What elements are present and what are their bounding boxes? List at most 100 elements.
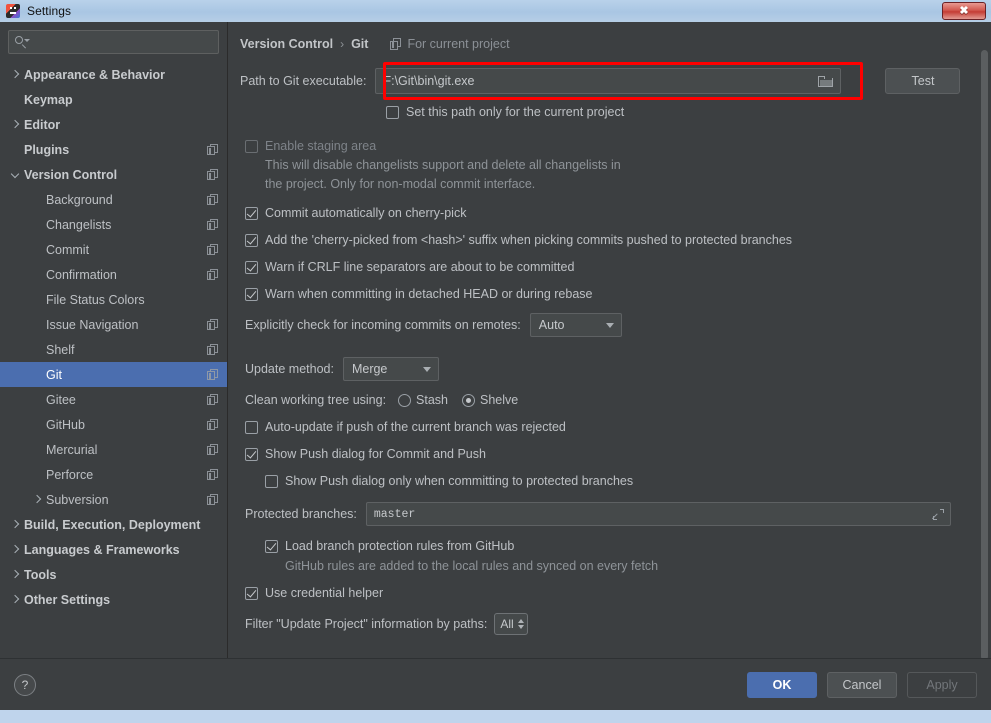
git-option-row[interactable]: Warn when committing in detached HEAD or… bbox=[245, 287, 973, 301]
show-push-dialog-row[interactable]: Show Push dialog for Commit and Push bbox=[245, 447, 973, 461]
sidebar-item-confirmation[interactable]: Confirmation bbox=[0, 262, 227, 287]
set-path-only-checkbox[interactable] bbox=[386, 106, 399, 119]
chevron-right-icon[interactable] bbox=[30, 493, 44, 507]
filter-paths-row: Filter "Update Project" information by p… bbox=[245, 613, 973, 635]
project-scope-icon bbox=[207, 494, 219, 506]
git-executable-input[interactable] bbox=[383, 74, 818, 88]
clean-working-tree-label: Clean working tree using: bbox=[245, 393, 386, 407]
git-executable-row: Path to Git executable: Test bbox=[240, 66, 973, 96]
git-option-row[interactable]: Commit automatically on cherry-pick bbox=[245, 206, 973, 220]
git-option-row[interactable]: Warn if CRLF line separators are about t… bbox=[245, 260, 973, 274]
ok-button[interactable]: OK bbox=[747, 672, 817, 698]
dialog-panes: Appearance & BehaviorKeymapEditorPlugins… bbox=[0, 22, 991, 658]
chevron-right-icon[interactable] bbox=[8, 118, 22, 132]
git-option-checkbox[interactable] bbox=[245, 234, 258, 247]
staging-desc-line-2: the project. Only for non-modal commit i… bbox=[265, 175, 973, 194]
filter-paths-spinner[interactable]: All bbox=[494, 613, 528, 635]
set-path-only-row[interactable]: Set this path only for the current proje… bbox=[386, 105, 973, 119]
test-button[interactable]: Test bbox=[885, 68, 960, 94]
project-scope-icon bbox=[207, 469, 219, 481]
sidebar-item-git[interactable]: Git bbox=[0, 362, 227, 387]
breadcrumb-parent[interactable]: Version Control bbox=[240, 37, 333, 51]
sidebar-item-label: Background bbox=[46, 193, 113, 207]
project-scope-icon bbox=[207, 419, 219, 431]
sidebar-item-version-control[interactable]: Version Control bbox=[0, 162, 227, 187]
expand-icon[interactable] bbox=[933, 509, 944, 520]
sidebar-item-background[interactable]: Background bbox=[0, 187, 227, 212]
search-box[interactable] bbox=[8, 30, 219, 54]
git-option-checkbox[interactable] bbox=[245, 288, 258, 301]
git-executable-field[interactable] bbox=[375, 68, 841, 94]
protected-branches-label: Protected branches: bbox=[245, 507, 357, 521]
sidebar-item-label: Commit bbox=[46, 243, 89, 257]
auto-update-row[interactable]: Auto-update if push of the current branc… bbox=[245, 420, 973, 434]
sidebar-item-tools[interactable]: Tools bbox=[0, 562, 227, 587]
settings-window: Settings ✖ Appearance & BehaviorKeymapEd… bbox=[0, 0, 991, 723]
chevron-right-icon[interactable] bbox=[8, 68, 22, 82]
sidebar-item-commit[interactable]: Commit bbox=[0, 237, 227, 262]
sidebar-item-github[interactable]: GitHub bbox=[0, 412, 227, 437]
incoming-commits-select[interactable]: Auto bbox=[530, 313, 622, 337]
sidebar-item-issue-navigation[interactable]: Issue Navigation bbox=[0, 312, 227, 337]
sidebar-item-keymap[interactable]: Keymap bbox=[0, 87, 227, 112]
sidebar-item-mercurial[interactable]: Mercurial bbox=[0, 437, 227, 462]
git-option-row[interactable]: Add the 'cherry-picked from <hash>' suff… bbox=[245, 233, 973, 247]
update-method-value: Merge bbox=[352, 362, 387, 376]
git-option-checkbox[interactable] bbox=[245, 261, 258, 274]
cancel-button[interactable]: Cancel bbox=[827, 672, 897, 698]
tree-spacer bbox=[30, 218, 44, 232]
show-push-dialog-checkbox[interactable] bbox=[245, 448, 258, 461]
credential-helper-checkbox[interactable] bbox=[245, 587, 258, 600]
load-branch-rules-checkbox[interactable] bbox=[265, 540, 278, 553]
close-button[interactable]: ✖ bbox=[942, 2, 986, 20]
update-method-select[interactable]: Merge bbox=[343, 357, 439, 381]
sidebar-item-build-execution-deployment[interactable]: Build, Execution, Deployment bbox=[0, 512, 227, 537]
sidebar-item-label: Build, Execution, Deployment bbox=[24, 518, 200, 532]
sidebar-item-file-status-colors[interactable]: File Status Colors bbox=[0, 287, 227, 312]
radio-shelve[interactable] bbox=[462, 394, 475, 407]
credential-helper-row[interactable]: Use credential helper bbox=[245, 586, 973, 600]
project-scope-icon bbox=[207, 444, 219, 456]
sidebar-item-subversion[interactable]: Subversion bbox=[0, 487, 227, 512]
sidebar-item-shelf[interactable]: Shelf bbox=[0, 337, 227, 362]
chevron-right-icon[interactable] bbox=[8, 518, 22, 532]
chevron-right-icon[interactable] bbox=[8, 568, 22, 582]
search-input[interactable] bbox=[31, 35, 213, 49]
vertical-scrollbar[interactable] bbox=[981, 50, 988, 658]
search-icon bbox=[14, 35, 28, 49]
folder-icon[interactable] bbox=[818, 75, 833, 88]
sidebar-item-changelists[interactable]: Changelists bbox=[0, 212, 227, 237]
sidebar-item-label: Confirmation bbox=[46, 268, 117, 282]
sidebar-item-gitee[interactable]: Gitee bbox=[0, 387, 227, 412]
git-option-checkbox[interactable] bbox=[245, 207, 258, 220]
protected-branches-field[interactable] bbox=[366, 502, 951, 526]
sidebar-item-perforce[interactable]: Perforce bbox=[0, 462, 227, 487]
project-scope-icon bbox=[207, 269, 219, 281]
help-button[interactable]: ? bbox=[14, 674, 36, 696]
tree-spacer bbox=[30, 343, 44, 357]
window-title: Settings bbox=[27, 4, 71, 18]
enable-staging-row[interactable]: Enable staging area bbox=[245, 139, 973, 153]
chevron-down-icon[interactable] bbox=[8, 168, 22, 182]
load-branch-rules-row[interactable]: Load branch protection rules from GitHub bbox=[265, 539, 973, 553]
sidebar-item-languages-frameworks[interactable]: Languages & Frameworks bbox=[0, 537, 227, 562]
chevron-right-icon[interactable] bbox=[8, 593, 22, 607]
spinner-arrows-icon[interactable] bbox=[518, 619, 524, 629]
show-push-protected-checkbox[interactable] bbox=[265, 475, 278, 488]
radio-stash[interactable] bbox=[398, 394, 411, 407]
chevron-right-icon[interactable] bbox=[8, 543, 22, 557]
incoming-commits-row: Explicitly check for incoming commits on… bbox=[245, 313, 973, 337]
load-branch-rules-desc: GitHub rules are added to the local rule… bbox=[285, 557, 973, 576]
auto-update-checkbox[interactable] bbox=[245, 421, 258, 434]
sidebar-item-other-settings[interactable]: Other Settings bbox=[0, 587, 227, 612]
title-bar: Settings ✖ bbox=[0, 0, 991, 22]
sidebar-item-appearance-behavior[interactable]: Appearance & Behavior bbox=[0, 62, 227, 87]
enable-staging-checkbox[interactable] bbox=[245, 140, 258, 153]
apply-button[interactable]: Apply bbox=[907, 672, 977, 698]
for-current-project-badge: For current project bbox=[390, 37, 509, 51]
protected-branches-input[interactable] bbox=[374, 508, 933, 521]
show-push-protected-row[interactable]: Show Push dialog only when committing to… bbox=[265, 474, 973, 488]
sidebar-item-editor[interactable]: Editor bbox=[0, 112, 227, 137]
sidebar-item-plugins[interactable]: Plugins bbox=[0, 137, 227, 162]
breadcrumb-separator: › bbox=[340, 37, 344, 51]
